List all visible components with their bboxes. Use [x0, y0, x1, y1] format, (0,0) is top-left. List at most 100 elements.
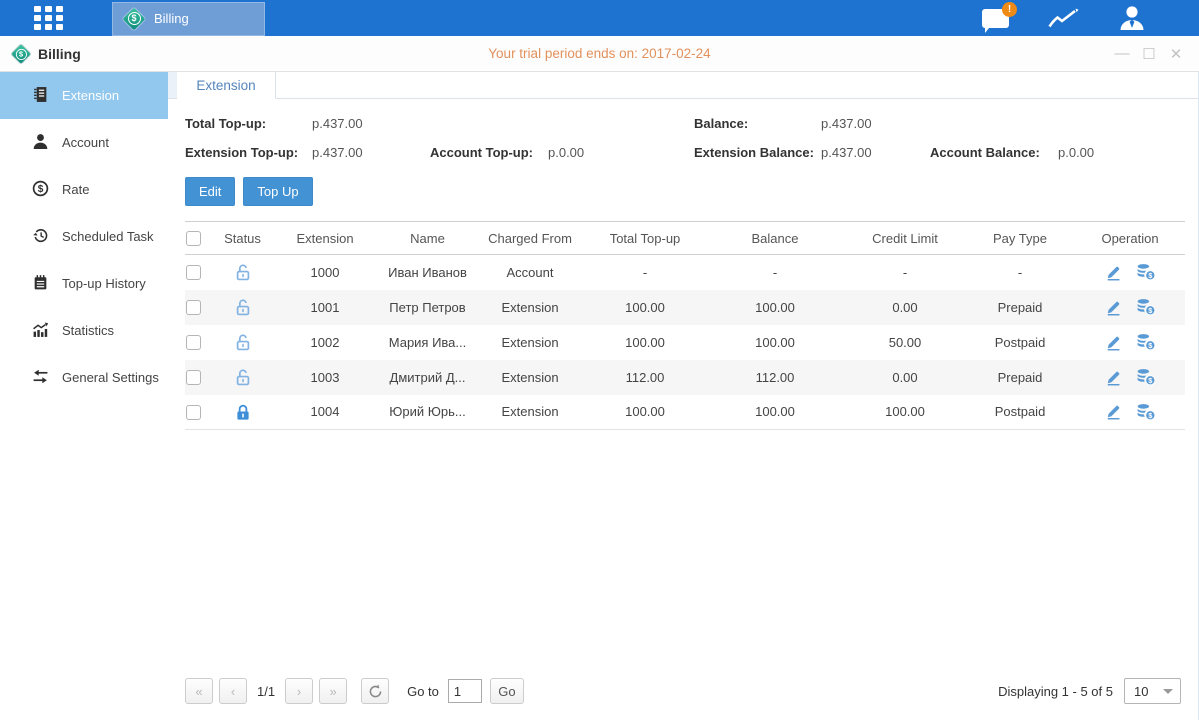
minimize-icon[interactable]: —	[1113, 45, 1131, 63]
sidebar-item-scheduled-task[interactable]: Scheduled Task	[0, 213, 168, 260]
cell-status	[215, 290, 270, 325]
sidebar-item-label: General Settings	[62, 370, 159, 385]
summary-total-topup: Total Top-up:p.437.00	[185, 116, 430, 131]
cell-operation: $	[1075, 325, 1185, 360]
svg-text:$: $	[1148, 411, 1152, 420]
svg-text:$: $	[1148, 306, 1152, 315]
first-page-button[interactable]: «	[185, 678, 213, 704]
last-page-button[interactable]: »	[319, 678, 347, 704]
summary-account-topup: Account Top-up:p.0.00	[430, 145, 694, 160]
prev-page-button[interactable]: ‹	[219, 678, 247, 704]
edit-icon[interactable]	[1105, 298, 1122, 315]
unlocked-icon	[234, 368, 252, 383]
rate-icon: $	[32, 180, 49, 200]
row-checkbox[interactable]	[186, 370, 201, 385]
edit-icon[interactable]	[1105, 403, 1122, 420]
unlocked-icon	[234, 298, 252, 313]
unlocked-icon	[234, 333, 252, 348]
edit-icon[interactable]	[1105, 264, 1122, 281]
refresh-icon[interactable]	[361, 678, 389, 704]
column-header-status: Status	[215, 222, 270, 255]
monitor-chart-icon[interactable]	[1047, 6, 1079, 30]
goto-label: Go to	[407, 684, 439, 699]
topup-icon[interactable]: $	[1136, 263, 1156, 281]
sidebar-item-label: Top-up History	[62, 276, 146, 291]
sidebar-item-account[interactable]: Account	[0, 119, 168, 166]
cell-name: Иван Иванов	[380, 255, 475, 290]
app-grid-icon[interactable]	[34, 6, 70, 30]
trial-notice: Your trial period ends on: 2017-02-24	[0, 46, 1199, 61]
messages-icon[interactable]: !	[982, 9, 1009, 28]
sidebar-item-rate[interactable]: $Rate	[0, 166, 168, 213]
table-row: 1000Иван ИвановAccount----$	[185, 255, 1185, 290]
go-button[interactable]: Go	[490, 678, 524, 704]
cell-extension: 1002	[270, 325, 380, 360]
topup-icon[interactable]: $	[1136, 368, 1156, 386]
cell-pay-type: Postpaid	[965, 395, 1075, 430]
column-header-balance: Balance	[705, 222, 845, 255]
cell-charged-from: Extension	[475, 290, 585, 325]
svg-text:$: $	[1148, 341, 1152, 350]
cell-pay-type: Prepaid	[965, 360, 1075, 395]
topup-icon[interactable]: $	[1136, 298, 1156, 316]
cell-balance: -	[705, 255, 845, 290]
top-up-button[interactable]: Top Up	[243, 177, 312, 206]
pagination-bar: « ‹ 1/1 › » Go to Go Displaying 1 - 5 of…	[168, 668, 1198, 714]
cell-extension: 1001	[270, 290, 380, 325]
statistics-icon	[32, 321, 49, 341]
tab-extension[interactable]: Extension	[177, 72, 276, 99]
user-icon[interactable]	[1117, 5, 1147, 31]
sidebar-item-top-up-history[interactable]: Top-up History	[0, 260, 168, 307]
tabbar: Extension	[168, 72, 1198, 99]
scheduled-task-icon	[32, 227, 49, 247]
cell-credit-limit: 100.00	[845, 395, 965, 430]
row-checkbox[interactable]	[186, 335, 201, 350]
topup-history-icon	[32, 274, 49, 294]
edit-button[interactable]: Edit	[185, 177, 235, 206]
close-icon[interactable]: ✕	[1167, 45, 1185, 63]
cell-total-topup: 112.00	[585, 360, 705, 395]
cell-total-topup: 100.00	[585, 325, 705, 360]
sidebar-item-statistics[interactable]: Statistics	[0, 307, 168, 354]
topbar: $ Billing !	[0, 0, 1199, 36]
cell-credit-limit: 0.00	[845, 290, 965, 325]
page-size-select[interactable]: 10	[1124, 678, 1181, 704]
cell-status	[215, 360, 270, 395]
edit-icon[interactable]	[1105, 368, 1122, 385]
row-checkbox[interactable]	[186, 405, 201, 420]
cell-credit-limit: 50.00	[845, 325, 965, 360]
goto-page-input[interactable]	[448, 679, 482, 703]
topup-icon[interactable]: $	[1136, 403, 1156, 421]
topbar-tab-label: Billing	[154, 11, 189, 26]
edit-icon[interactable]	[1105, 333, 1122, 350]
sidebar-item-label: Extension	[62, 88, 119, 103]
general-settings-icon	[32, 368, 49, 388]
maximize-icon[interactable]: ☐	[1140, 45, 1158, 63]
cell-name: Петр Петров	[380, 290, 475, 325]
svg-text:$: $	[38, 184, 44, 195]
cell-operation: $	[1075, 395, 1185, 430]
cell-operation: $	[1075, 360, 1185, 395]
topbar-tab-billing[interactable]: $ Billing	[112, 2, 265, 36]
cell-pay-type: -	[965, 255, 1075, 290]
column-header-name: Name	[380, 222, 475, 255]
cell-charged-from: Extension	[475, 395, 585, 430]
column-header-pay-type: Pay Type	[965, 222, 1075, 255]
summary-extension-balance: Extension Balance:p.437.00	[694, 145, 930, 160]
cell-charged-from: Extension	[475, 360, 585, 395]
sidebar-item-extension[interactable]: Extension	[0, 72, 168, 119]
row-checkbox[interactable]	[186, 300, 201, 315]
column-header-extension: Extension	[270, 222, 380, 255]
next-page-button[interactable]: ›	[285, 678, 313, 704]
topup-icon[interactable]: $	[1136, 333, 1156, 351]
cell-charged-from: Account	[475, 255, 585, 290]
caret-down-icon	[1163, 689, 1173, 699]
row-checkbox[interactable]	[186, 265, 201, 280]
extension-table: StatusExtensionNameCharged FromTotal Top…	[185, 221, 1185, 430]
select-all-checkbox[interactable]	[186, 231, 201, 246]
sidebar-item-label: Scheduled Task	[62, 229, 154, 244]
cell-pay-type: Prepaid	[965, 290, 1075, 325]
locked-icon	[234, 403, 252, 418]
cell-pay-type: Postpaid	[965, 325, 1075, 360]
sidebar-item-general-settings[interactable]: General Settings	[0, 354, 168, 401]
